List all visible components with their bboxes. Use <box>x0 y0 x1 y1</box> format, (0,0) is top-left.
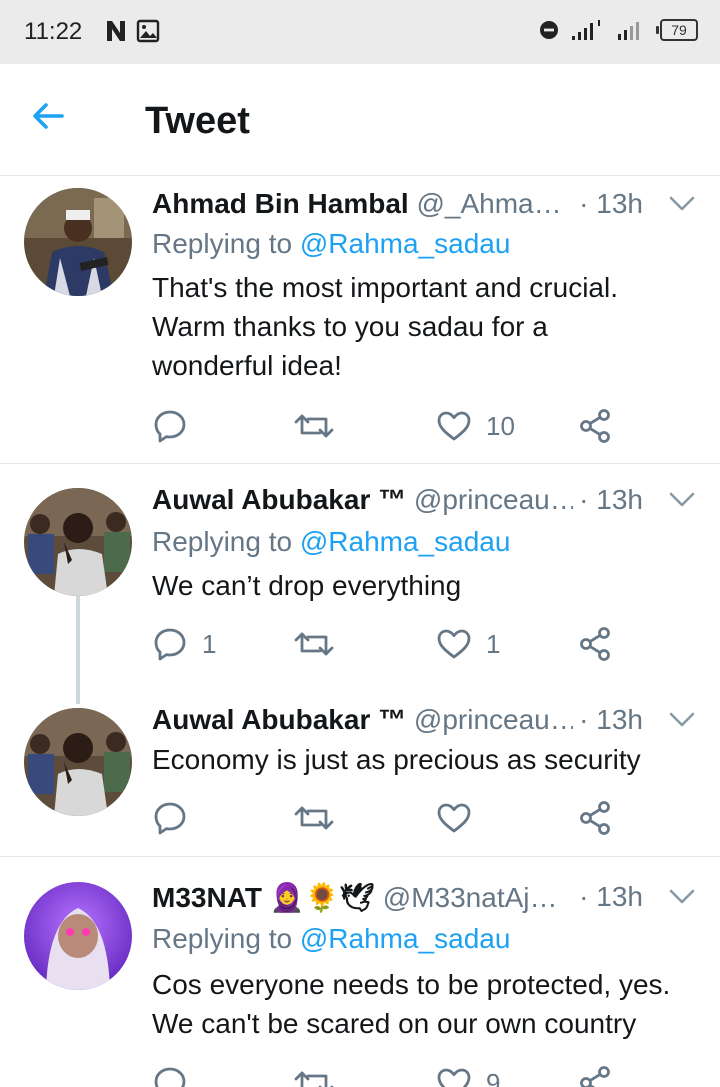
chevron-down-icon[interactable] <box>667 885 697 909</box>
tweet-actions <box>152 796 632 840</box>
tweet-time: · 13h <box>573 188 643 220</box>
page-title: Tweet <box>145 100 250 142</box>
author-name[interactable]: Auwal Abubakar ™ <box>152 704 406 735</box>
like-button[interactable]: 10 <box>436 404 515 448</box>
author-name[interactable]: Ahmad Bin Hambal <box>152 188 409 219</box>
tweet-text-line: Cos everyone needs to be protected, yes. <box>152 969 671 1000</box>
chevron-down-icon[interactable] <box>667 192 697 216</box>
replying-to: Replying to @Rahma_sadau <box>152 923 510 955</box>
share-button[interactable] <box>578 796 614 840</box>
tweet-text-line: wonderful idea! <box>152 350 342 381</box>
reply-icon <box>152 1065 188 1087</box>
tweet-time: · 13h <box>573 484 643 516</box>
avatar[interactable] <box>24 882 132 990</box>
reply-button[interactable] <box>152 1061 202 1087</box>
tweet-actions: 10 <box>152 404 632 448</box>
back-button[interactable] <box>28 96 84 144</box>
chevron-down-icon[interactable] <box>667 488 697 512</box>
tweet-text-line: That's the most important and crucial. <box>152 272 618 303</box>
like-count: 10 <box>486 410 515 441</box>
replying-to: Replying to @Rahma_sadau <box>152 526 510 558</box>
like-button[interactable]: 9 <box>436 1061 500 1087</box>
tweet-text: That's the most important and crucial. W… <box>152 268 702 385</box>
share-icon <box>578 800 614 836</box>
author-name[interactable]: M33NAT 🧕🌻🕊 <box>152 882 375 913</box>
author-handle[interactable]: @_Ahma… <box>416 188 561 219</box>
retweet-button[interactable] <box>294 1061 334 1087</box>
tweet-actions: 9 <box>152 1061 632 1087</box>
replying-to-label: Replying to <box>152 923 300 954</box>
author-handle[interactable]: @princeau… <box>414 704 578 735</box>
retweet-button[interactable] <box>294 796 334 840</box>
netflix-icon <box>107 21 125 41</box>
battery-indicator: 79 <box>656 19 698 41</box>
tweet-item[interactable]: Ahmad Bin Hambal @_Ahma… · 13h Replying … <box>0 176 720 464</box>
retweet-icon <box>294 626 334 662</box>
heart-icon <box>436 408 472 444</box>
tweet-text-line: We can't be scared on our own country <box>152 1008 637 1039</box>
dnd-icon <box>540 21 558 39</box>
share-icon <box>578 626 614 662</box>
share-button[interactable] <box>578 622 614 666</box>
signal-icon-2 <box>618 22 639 40</box>
mention-link[interactable]: @Rahma_sadau <box>300 228 511 259</box>
like-count: 1 <box>486 628 501 659</box>
mention-link[interactable]: @Rahma_sadau <box>300 526 511 557</box>
mention-link[interactable]: @Rahma_sadau <box>300 923 511 954</box>
author-name[interactable]: Auwal Abubakar ™ <box>152 484 406 515</box>
avatar[interactable] <box>24 488 132 596</box>
tweet-text: Cos everyone needs to be protected, yes.… <box>152 965 702 1043</box>
tweet-text: We can’t drop everything <box>152 566 702 605</box>
reply-button[interactable]: 1 <box>152 622 216 666</box>
retweet-icon <box>294 1065 334 1087</box>
share-button[interactable] <box>578 404 614 448</box>
back-arrow-icon <box>33 103 64 129</box>
tweet-text-line: We can’t drop everything <box>152 570 462 601</box>
retweet-button[interactable] <box>294 404 334 448</box>
retweet-button[interactable] <box>294 622 334 666</box>
chevron-down-icon[interactable] <box>667 708 697 732</box>
heart-icon <box>436 800 472 836</box>
reply-icon <box>152 408 188 444</box>
tweet-item[interactable]: M33NAT 🧕🌻🕊 @M33natAj… · 13h Replying to … <box>0 857 720 1087</box>
retweet-icon <box>294 800 334 836</box>
avatar[interactable] <box>24 708 132 816</box>
like-button[interactable] <box>436 796 486 840</box>
tweet-text: Economy is just as precious as security <box>152 740 702 779</box>
heart-icon <box>436 1065 472 1087</box>
like-button[interactable]: 1 <box>436 622 500 666</box>
status-bar: 11:22 79 <box>0 0 720 64</box>
tweet-time: · 13h <box>573 881 643 913</box>
share-button[interactable] <box>578 1061 614 1087</box>
author-handle[interactable]: @M33natAj… <box>383 882 558 913</box>
tweet-text-line: Warm thanks to you sadau for a <box>152 311 548 342</box>
status-time: 11:22 <box>24 18 83 45</box>
replying-to-label: Replying to <box>152 526 300 557</box>
gallery-icon <box>136 19 160 43</box>
heart-icon <box>436 626 472 662</box>
tweet-text-line: Economy is just as precious as security <box>152 744 641 775</box>
tweet-actions: 1 1 <box>152 622 632 666</box>
reply-icon <box>152 800 188 836</box>
reply-button[interactable] <box>152 796 202 840</box>
retweet-icon <box>294 408 334 444</box>
share-icon <box>578 408 614 444</box>
signal-icon <box>572 20 600 40</box>
replying-to: Replying to @Rahma_sadau <box>152 228 510 260</box>
avatar[interactable] <box>24 188 132 296</box>
reply-count: 1 <box>202 628 217 659</box>
tweet-item[interactable]: Auwal Abubakar ™ @princeau… · 13h Econom… <box>0 696 720 856</box>
like-count: 9 <box>486 1067 501 1087</box>
app-header: Tweet <box>0 64 720 176</box>
tweet-time: · 13h <box>573 704 643 736</box>
author-handle[interactable]: @princeau… <box>414 484 578 515</box>
reply-button[interactable] <box>152 404 202 448</box>
reply-icon <box>152 626 188 662</box>
tweet-item[interactable]: Auwal Abubakar ™ @princeau… · 13h Replyi… <box>0 464 720 696</box>
replying-to-label: Replying to <box>152 228 300 259</box>
share-icon <box>578 1065 614 1087</box>
